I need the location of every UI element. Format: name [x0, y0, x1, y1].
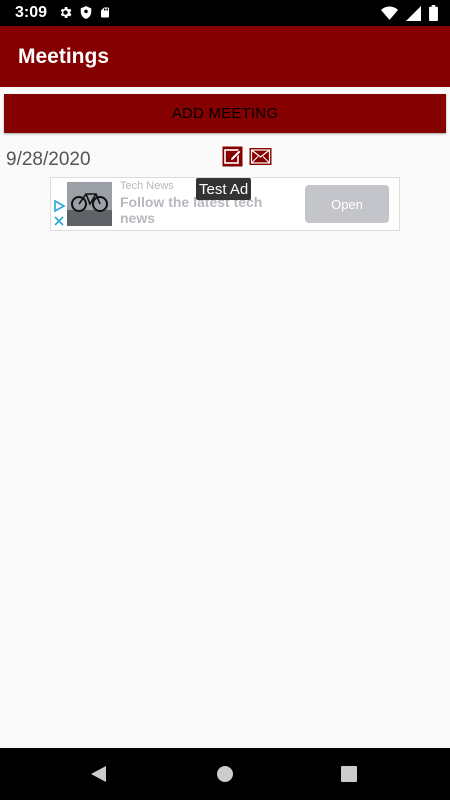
ad-image[interactable]: [67, 182, 112, 226]
wifi-icon: [381, 5, 398, 20]
shield-icon: [80, 6, 92, 19]
status-icons-right: [381, 5, 438, 21]
gear-icon: [60, 7, 72, 18]
nav-bar: [0, 748, 450, 800]
recents-icon[interactable]: [341, 766, 357, 782]
page-title: Meetings: [18, 45, 110, 68]
status-time: 3:09: [15, 4, 48, 21]
home-icon[interactable]: [217, 766, 233, 782]
meeting-date[interactable]: 9/28/2020: [6, 149, 91, 171]
bicycle-icon: [67, 182, 112, 226]
edit-icon[interactable]: [222, 146, 243, 167]
ad-open-button[interactable]: Open: [305, 185, 389, 223]
status-icons-left: [58, 5, 111, 20]
ad-choices-icon[interactable]: [52, 199, 66, 229]
status-bar: 3:09: [0, 0, 450, 26]
test-ad-label: Test Ad: [196, 178, 252, 200]
mail-icon[interactable]: [249, 146, 272, 167]
ad-source: Tech News: [120, 180, 174, 192]
add-meeting-button[interactable]: ADD MEETING: [4, 94, 446, 133]
signal-icon: [406, 5, 421, 21]
battery-icon: [429, 5, 438, 21]
app-bar: Meetings: [0, 26, 450, 87]
sd-card-icon: [101, 7, 109, 18]
back-icon[interactable]: [90, 765, 107, 783]
